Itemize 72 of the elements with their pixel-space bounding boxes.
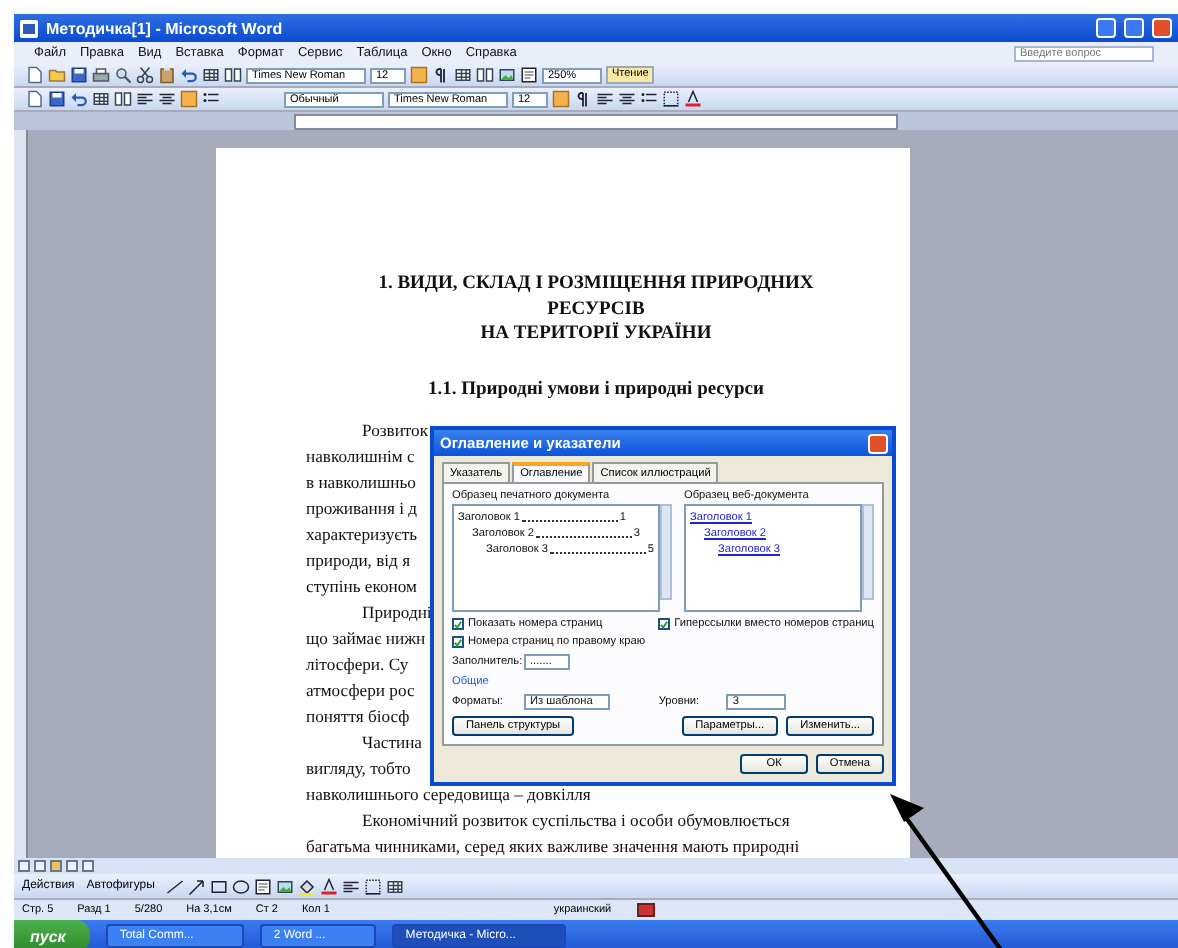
list-icon[interactable] (640, 90, 658, 108)
table-icon[interactable] (386, 877, 405, 895)
body-text-line: Економічний розвиток суспільства і особи обумовлюється (360, 807, 790, 833)
columns-icon[interactable] (476, 66, 494, 84)
body-text-line: що займає нижн (306, 625, 426, 651)
body-text-line: вигляду, тобто (306, 755, 411, 781)
body-text-line: навколишнього середовища – довкілля (306, 781, 591, 807)
picture-frame-icon[interactable] (498, 66, 516, 84)
text-box-icon[interactable] (254, 877, 273, 895)
align-center-icon[interactable] (618, 90, 636, 108)
body-text-line: природи, від я (306, 547, 411, 573)
chapter-heading: НА ТЕРИТОРІЇ УКРАЇНИ (478, 322, 714, 347)
body-text-line: поняття біосф (306, 703, 410, 729)
text-box-icon[interactable] (520, 66, 538, 84)
body-text-line: ступінь економ (306, 573, 417, 599)
oval-icon[interactable] (232, 877, 251, 895)
body-text-line: проживання і д (306, 495, 417, 521)
scissors-icon[interactable] (136, 66, 154, 84)
columns-icon[interactable] (224, 66, 242, 84)
body-text-line: в навколишньо (306, 469, 416, 495)
columns-icon[interactable] (114, 90, 132, 108)
body-text-line: характеризуєть (306, 521, 418, 547)
align-left-icon[interactable] (342, 877, 361, 895)
minimize-button[interactable] (1096, 18, 1116, 38)
chapter-heading: РЕСУРСІВ (545, 297, 647, 322)
scrollbar[interactable] (862, 504, 874, 600)
vertical-ruler[interactable] (14, 130, 28, 858)
table-icon[interactable] (92, 90, 110, 108)
undo-icon[interactable] (180, 66, 198, 84)
undo-icon[interactable] (70, 90, 88, 108)
checkbox[interactable] (658, 618, 671, 630)
border-icon[interactable] (364, 877, 383, 895)
word-icon (20, 19, 38, 37)
chapter-heading: 1. ВИДИ, СКЛАД І РОЗМІЩЕННЯ ПРИРОДНИХ (376, 272, 816, 297)
table-icon[interactable] (202, 66, 220, 84)
list-icon[interactable] (202, 90, 220, 108)
body-text-line: літосфери. Су (306, 651, 409, 677)
font-color-icon[interactable] (320, 877, 339, 895)
scrollbar[interactable] (660, 504, 672, 600)
pilcrow-icon[interactable] (574, 90, 592, 108)
body-text-line: Частина (360, 729, 422, 755)
save-icon[interactable] (48, 90, 66, 108)
line-icon[interactable] (166, 877, 185, 895)
arrow-icon[interactable] (188, 877, 207, 895)
body-text-line: Природні (360, 599, 432, 625)
start-button[interactable]: пуск (14, 920, 90, 948)
clipboard-icon[interactable] (158, 66, 176, 84)
font-color-icon[interactable] (684, 90, 702, 108)
fill-color-icon[interactable] (298, 877, 317, 895)
section-heading: 1.1. Природні умови і природні ресурси (425, 379, 767, 399)
align-center-icon[interactable] (158, 90, 176, 108)
magnifier-icon[interactable] (114, 66, 132, 84)
body-text-line: атмосфери рос (306, 677, 415, 703)
printer-icon[interactable] (92, 66, 110, 84)
check-icon (660, 619, 669, 629)
pilcrow-icon[interactable] (432, 66, 450, 84)
table-icon[interactable] (454, 66, 472, 84)
save-icon[interactable] (70, 66, 88, 84)
close-button[interactable] (1152, 18, 1172, 38)
rectangle-icon[interactable] (210, 877, 229, 895)
close-button[interactable] (868, 433, 888, 453)
restore-button[interactable] (1124, 18, 1144, 38)
window-title: Методичка[1] - Microsoft Word (46, 19, 285, 37)
body-text-line: Розвиток (360, 417, 429, 443)
body-text-line: навколишнім с (306, 443, 415, 469)
border-icon[interactable] (662, 90, 680, 108)
picture-frame-icon[interactable] (276, 877, 295, 895)
align-left-icon[interactable] (596, 90, 614, 108)
align-left-icon[interactable] (136, 90, 154, 108)
checkbox[interactable] (452, 636, 464, 648)
body-text-line: багатьма чинниками, серед яких важливе значення мають природні (306, 833, 800, 858)
checkbox[interactable] (452, 618, 464, 630)
